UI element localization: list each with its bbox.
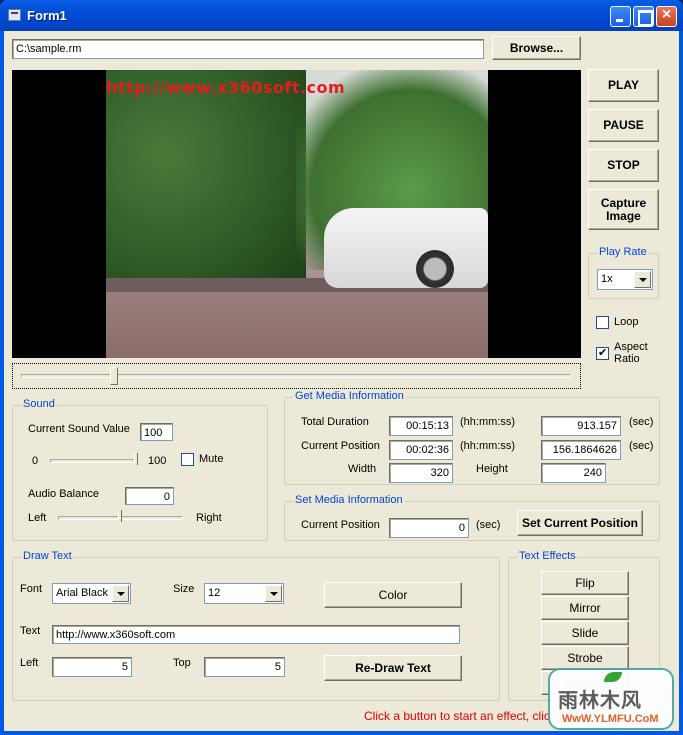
play-button[interactable]: PLAY [588,69,659,102]
volume-min-label: 0 [32,455,39,467]
height-label: Height [476,463,508,475]
pause-button[interactable]: PAUSE [588,109,659,142]
sound-group: Sound Current Sound Value 100 0 100 Mute… [12,398,268,541]
left-input[interactable]: 5 [52,657,132,677]
mute-label: Mute [199,453,224,465]
size-value: 12 [208,587,221,599]
file-path-input[interactable]: C:\sample.rm [12,39,484,59]
audio-balance-input[interactable]: 0 [125,487,174,505]
current-position-label: Current Position [301,440,380,452]
close-button[interactable]: × [656,6,677,27]
loop-label: Loop [614,316,639,328]
car-image [324,208,488,288]
draw-text-group: Draw Text Font Arial Black Size 12 Color… [12,550,500,701]
set-sec-unit-label: (sec) [476,519,501,531]
width-label: Width [348,463,377,475]
aspect-ratio-checkbox[interactable] [596,346,609,360]
balance-slider-thumb[interactable] [117,510,122,522]
get-media-info-group: Get Media Information Total Duration 00:… [284,390,660,485]
top-label: Top [173,657,191,669]
play-rate-value: 1x [601,273,613,285]
play-rate-select[interactable]: 1x [597,269,653,290]
height-value[interactable]: 240 [541,463,606,483]
close-icon: × [661,6,672,23]
position-track [21,374,571,378]
left-label: Left [20,657,39,669]
maximize-button[interactable] [633,6,654,27]
set-current-position-button[interactable]: Set Current Position [517,510,643,536]
size-label: Size [173,583,195,595]
mirror-button[interactable]: Mirror [541,596,629,620]
mute-checkbox[interactable] [181,453,194,466]
font-select[interactable]: Arial Black [52,583,131,604]
stop-button[interactable]: STOP [588,149,659,182]
set-media-info-group: Set Media Information Current Position 0… [284,494,660,541]
set-position-label: Current Position [301,519,380,531]
slide-button[interactable]: Slide [541,621,629,645]
draw-text-label: Draw Text [21,550,74,562]
hms-unit-label: (hh:mm:ss) [460,416,515,428]
volume-track [50,459,138,463]
audio-balance-label: Audio Balance [28,488,99,500]
capture-image-button[interactable]: Capture Image [588,189,659,230]
watermark-url-text: WwW.YLMFU.CoM [562,713,659,725]
redraw-text-button[interactable]: Re-Draw Text [324,655,462,681]
play-rate-label: Play Rate [597,246,649,258]
watermark-chinese-text: 雨林木风 [558,690,642,712]
volume-slider-thumb[interactable] [134,453,138,465]
position-slider[interactable] [12,363,581,389]
app-icon [8,9,21,21]
position-slider-thumb[interactable] [109,367,118,385]
chevron-down-icon[interactable] [265,585,282,602]
total-duration-label: Total Duration [301,416,369,428]
title-bar[interactable]: Form1 × [0,0,683,31]
set-position-input[interactable]: 0 [389,518,469,538]
total-duration-sec[interactable]: 913.157 [541,416,621,436]
width-value[interactable]: 320 [389,463,453,483]
total-duration-hms[interactable]: 00:15:13 [389,416,453,436]
text-label: Text [20,625,41,637]
minimize-button[interactable] [610,6,631,27]
leaf-icon [604,672,622,682]
color-button[interactable]: Color [324,582,462,608]
hms-unit-label: (hh:mm:ss) [460,440,515,452]
balance-right-label: Right [196,512,222,524]
browse-button[interactable]: Browse... [492,36,581,60]
top-input[interactable]: 5 [204,657,285,677]
font-label: Font [20,583,43,595]
main-window: Form1 × C:\sample.rm Browse... http://ww… [0,0,683,735]
play-rate-group: Play Rate 1x [588,246,659,299]
aspect-ratio-label: Aspect Ratio [614,341,648,365]
window-title: Form1 [27,8,67,23]
flip-button[interactable]: Flip [541,571,629,595]
current-sound-input[interactable]: 100 [140,423,173,441]
size-select[interactable]: 12 [204,583,284,604]
video-overlay-text: http://www.x360soft.com [106,78,346,97]
current-position-sec[interactable]: 156.1864626 [541,440,621,460]
status-text: Click a button to start an effect, click… [364,709,576,723]
strobe-button[interactable]: Strobe [541,646,629,670]
balance-left-label: Left [28,512,47,524]
sound-group-label: Sound [21,398,57,410]
current-position-hms[interactable]: 00:02:36 [389,440,453,460]
current-sound-label: Current Sound Value [28,423,130,435]
video-frame: http://www.x360soft.com [106,70,488,358]
sec-unit-label: (sec) [629,440,654,452]
volume-max-label: 100 [148,455,167,467]
chevron-down-icon[interactable] [634,271,651,288]
font-value: Arial Black [56,587,108,599]
get-media-info-label: Get Media Information [293,390,406,402]
watermark-logo: 雨林木风 WwW.YLMFU.CoM [548,668,674,730]
text-effects-label: Text Effects [517,550,578,562]
set-media-info-label: Set Media Information [293,494,405,506]
sec-unit-label: (sec) [629,416,654,428]
video-display[interactable]: http://www.x360soft.com [12,70,581,358]
form-client: C:\sample.rm Browse... http://www.x360so… [4,31,679,731]
loop-checkbox[interactable] [596,316,609,329]
chevron-down-icon[interactable] [112,585,129,602]
draw-text-input[interactable]: http://www.x360soft.com [52,625,460,644]
